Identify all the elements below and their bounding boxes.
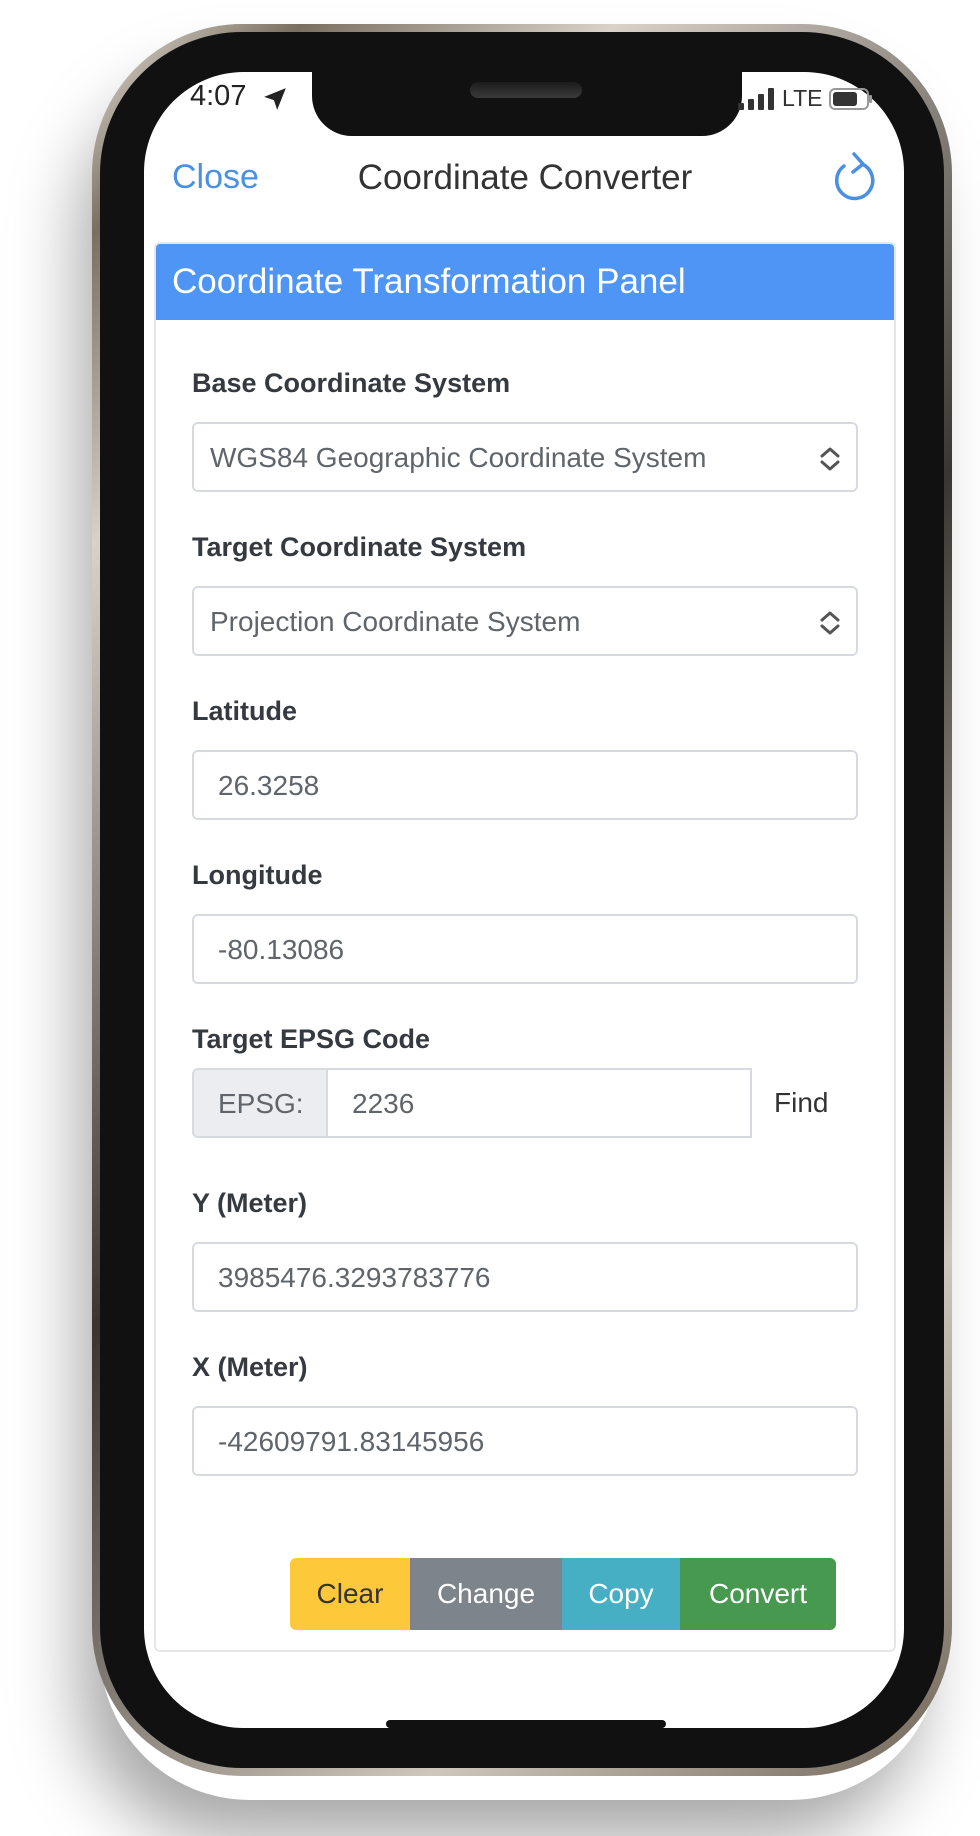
base-system-label: Base Coordinate System: [192, 368, 511, 398]
page-title: Coordinate Converter: [357, 158, 693, 197]
epsg-prefix: EPSG:: [192, 1068, 326, 1138]
y-meter-value: 3985476.3293783776: [218, 1262, 491, 1293]
x-meter-label: X (Meter): [192, 1352, 308, 1382]
epsg-code-input[interactable]: 2236: [326, 1068, 752, 1138]
close-button[interactable]: Close: [172, 158, 259, 197]
epsg-prefix-text: EPSG:: [218, 1088, 304, 1119]
target-system-select[interactable]: Projection Coordinate System: [192, 586, 858, 656]
battery-icon: [829, 88, 872, 110]
base-system-select[interactable]: WGS84 Geographic Coordinate System: [192, 422, 858, 492]
epsg-code-value: 2236: [352, 1088, 415, 1119]
base-system-value: WGS84 Geographic Coordinate System: [210, 442, 707, 473]
action-button-group: Clear Change Copy Convert: [290, 1558, 836, 1630]
epsg-input-group: EPSG: 2236: [192, 1068, 752, 1138]
find-button[interactable]: Find: [774, 1087, 828, 1119]
latitude-label: Latitude: [192, 696, 297, 726]
longitude-value: -80.13086: [218, 934, 345, 965]
y-meter-input[interactable]: 3985476.3293783776: [192, 1242, 858, 1312]
epsg-label: Target EPSG Code: [192, 1024, 431, 1054]
x-meter-value: -42609791.83145956: [218, 1426, 485, 1457]
longitude-label: Longitude: [192, 860, 323, 890]
target-system-label: Target Coordinate System: [192, 532, 527, 562]
longitude-input[interactable]: -80.13086: [192, 914, 858, 984]
speaker-grille: [470, 82, 582, 98]
y-meter-label: Y (Meter): [192, 1188, 308, 1218]
panel-title: Coordinate Transformation Panel: [172, 262, 686, 301]
convert-button[interactable]: Convert: [680, 1558, 836, 1630]
chevron-up-down-icon: [820, 611, 840, 635]
target-system-value: Projection Coordinate System: [210, 606, 581, 637]
home-indicator: [386, 1720, 666, 1728]
network-type: LTE: [782, 85, 823, 111]
signal-bars-icon: [738, 88, 774, 110]
refresh-icon[interactable]: [832, 152, 878, 204]
x-meter-input[interactable]: -42609791.83145956: [192, 1406, 858, 1476]
location-arrow-icon: [264, 88, 286, 110]
status-time: 4:07: [190, 80, 247, 112]
latitude-input[interactable]: 26.3258: [192, 750, 858, 820]
chevron-up-down-icon: [820, 447, 840, 471]
panel-header: Coordinate Transformation Panel: [156, 244, 894, 320]
clear-button[interactable]: Clear: [290, 1558, 410, 1630]
change-button[interactable]: Change: [410, 1558, 562, 1630]
latitude-value: 26.3258: [218, 770, 320, 801]
copy-button[interactable]: Copy: [562, 1558, 680, 1630]
